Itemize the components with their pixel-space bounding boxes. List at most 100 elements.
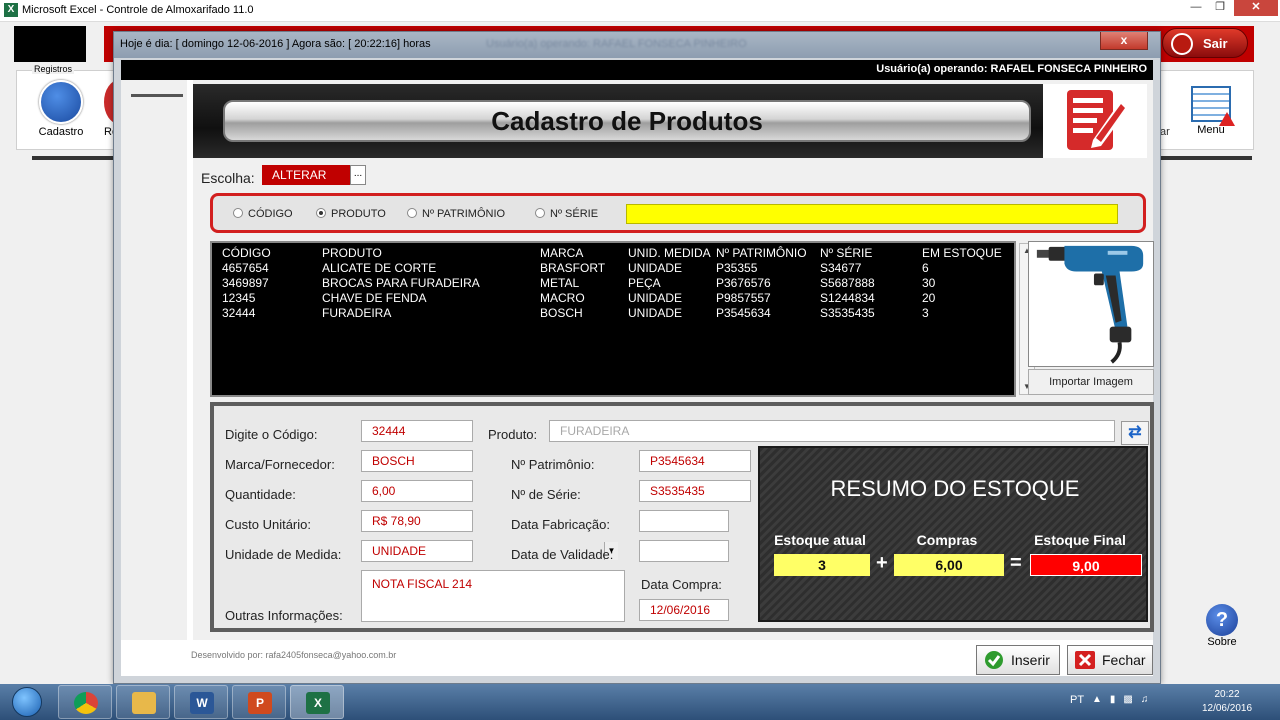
page-title: Cadastro de Produtos	[223, 100, 1031, 142]
custo-field[interactable]: R$ 78,90	[361, 510, 473, 532]
dialog-close-button[interactable]: x	[1100, 32, 1148, 50]
serie-field[interactable]: S3535435	[639, 480, 751, 502]
search-input[interactable]	[626, 204, 1118, 224]
product-list[interactable]: CÓDIGO PRODUTO MARCA UNID. MEDIDA Nº PAT…	[210, 241, 1016, 397]
list-cell: P3676576	[716, 276, 771, 290]
column-header: UNID. MEDIDA	[628, 246, 711, 260]
taskbar-explorer[interactable]	[116, 685, 170, 719]
escolha-combobox[interactable]: ALTERAR	[262, 165, 350, 185]
list-cell: S1244834	[820, 291, 875, 305]
maximize-button[interactable]: ❐	[1208, 0, 1232, 16]
list-cell: 4657654	[222, 261, 269, 275]
radio-dot	[535, 208, 545, 218]
close-icon	[1075, 651, 1095, 669]
cadastro-icon	[39, 80, 83, 124]
tray-icons[interactable]: ▲▮▩♫	[1092, 694, 1156, 705]
inserir-button[interactable]: Inserir	[976, 645, 1060, 675]
fechar-button[interactable]: Fechar	[1067, 645, 1153, 675]
produto-field[interactable]: FURADEIRA	[549, 420, 1115, 442]
equals-sign: =	[1010, 552, 1022, 574]
search-frame: CÓDIGO PRODUTO Nº PATRIMÔNIO Nº SÉRIE	[210, 193, 1146, 233]
radio-produto[interactable]: PRODUTO	[316, 208, 386, 220]
estoque-final-value: 9,00	[1030, 554, 1142, 576]
list-cell: FURADEIRA	[322, 306, 392, 320]
excel-titlebar: X Microsoft Excel - Controle de Almoxari…	[0, 0, 1280, 22]
logo-box	[14, 26, 86, 62]
validade-field[interactable]	[639, 540, 729, 562]
language-indicator[interactable]: PT	[1070, 694, 1084, 706]
radio-dot-selected	[316, 208, 326, 218]
quantidade-field[interactable]: 6,00	[361, 480, 473, 502]
taskbar-chrome[interactable]	[58, 685, 112, 719]
minimize-button[interactable]: —	[1184, 0, 1208, 16]
compras-label: Compras	[916, 532, 978, 548]
serie-label: Nº de Série:	[511, 487, 581, 502]
radio-serie[interactable]: Nº SÉRIE	[535, 208, 598, 220]
radio-patrimonio[interactable]: Nº PATRIMÔNIO	[407, 208, 505, 220]
list-header: CÓDIGO PRODUTO MARCA UNID. MEDIDA Nº PAT…	[212, 246, 1002, 261]
radio-codigo[interactable]: CÓDIGO	[233, 208, 293, 220]
ar-label: ar	[1160, 126, 1170, 138]
custo-label: Custo Unitário:	[225, 517, 311, 532]
sobre-button[interactable]: ? Sobre	[1200, 604, 1244, 648]
edit-document-icon	[1067, 90, 1129, 150]
start-button[interactable]	[2, 685, 52, 719]
fabricacao-field[interactable]	[639, 510, 729, 532]
list-cell: MACRO	[540, 291, 585, 305]
unidade-select[interactable]: UNIDADE ▼	[361, 540, 618, 562]
patrimonio-field[interactable]: P3545634	[639, 450, 751, 472]
list-cell: P9857557	[716, 291, 771, 305]
dialog-title-blurred: Usuário(a) operando: RAFAEL FONSECA PINH…	[486, 38, 747, 50]
word-icon: W	[190, 692, 214, 714]
header-icon-box	[1043, 84, 1147, 158]
list-cell: 30	[922, 276, 936, 290]
taskbar-excel[interactable]: X	[290, 685, 344, 719]
list-cell: BRASFORT	[540, 261, 606, 275]
sair-button[interactable]: Sair	[1162, 28, 1248, 58]
sobre-label: Sobre	[1207, 636, 1237, 648]
quantidade-label: Quantidade:	[225, 487, 296, 502]
list-cell: P35355	[716, 261, 758, 275]
codigo-field[interactable]: 32444	[361, 420, 473, 442]
outras-textarea[interactable]: NOTA FISCAL 214	[361, 570, 625, 622]
plus-sign: +	[876, 552, 888, 574]
sair-label: Sair	[1203, 36, 1228, 51]
radio-label: PRODUTO	[331, 208, 386, 220]
escolha-dropdown-button[interactable]: ...	[350, 165, 366, 185]
taskbar-powerpoint[interactable]: P	[232, 685, 286, 719]
column-header: Nº PATRIMÔNIO	[716, 246, 807, 260]
list-row[interactable]: 4657654 ALICATE DE CORTE BRASFORT UNIDAD…	[212, 261, 1002, 276]
chrome-icon	[74, 692, 98, 714]
list-row[interactable]: 32444 FURADEIRA BOSCH UNIDADE P3545634 S…	[212, 306, 1002, 321]
data-compra-label: Data Compra:	[641, 577, 722, 592]
list-row[interactable]: 3469897 BROCAS PARA FURADEIRA METAL PEÇA…	[212, 276, 1002, 291]
clock[interactable]: 20:22 12/06/2016	[1188, 688, 1266, 716]
form-panel: Digite o Código: 32444 Produto: FURADEIR…	[210, 402, 1154, 632]
list-row[interactable]: 12345 CHAVE DE FENDA MACRO UNIDADE P9857…	[212, 291, 1002, 306]
fabricacao-label: Data Fabricação:	[511, 517, 610, 532]
cadastro-produtos-dialog: Hoje é dia: [ domingo 12-06-2016 ] Agora…	[113, 31, 1161, 684]
close-button[interactable]: ✕	[1234, 0, 1278, 16]
list-cell: 32444	[222, 306, 256, 320]
radio-label: Nº PATRIMÔNIO	[422, 208, 506, 220]
dialog-title: Hoje é dia: [ domingo 12-06-2016 ] Agora…	[120, 38, 431, 50]
column-header: PRODUTO	[322, 246, 382, 260]
help-icon: ?	[1206, 604, 1238, 636]
radio-dot	[407, 208, 417, 218]
left-strip	[121, 80, 187, 640]
refresh-icon[interactable]: ⇄	[1121, 421, 1149, 445]
developer-credit: Desenvolvido por: rafa2405fonseca@yahoo.…	[191, 650, 397, 660]
compras-value: 6,00	[894, 554, 1004, 576]
list-cell: BROCAS PARA FURADEIRA	[322, 276, 480, 290]
marca-field[interactable]: BOSCH	[361, 450, 473, 472]
dialog-titlebar: Hoje é dia: [ domingo 12-06-2016 ] Agora…	[114, 32, 1160, 58]
taskbar-word[interactable]: W	[174, 685, 228, 719]
data-compra-field[interactable]: 12/06/2016	[639, 599, 729, 621]
menu-button[interactable]: Menu	[1186, 86, 1236, 136]
cadastro-button[interactable]: Cadastro	[36, 80, 86, 138]
patrimonio-label: Nº Patrimônio:	[511, 457, 595, 472]
estoque-atual-label: Estoque atual	[774, 532, 866, 548]
list-cell: UNIDADE	[628, 261, 683, 275]
escolha-label: Escolha:	[201, 170, 255, 186]
import-image-button[interactable]: Importar Imagem	[1028, 369, 1154, 395]
